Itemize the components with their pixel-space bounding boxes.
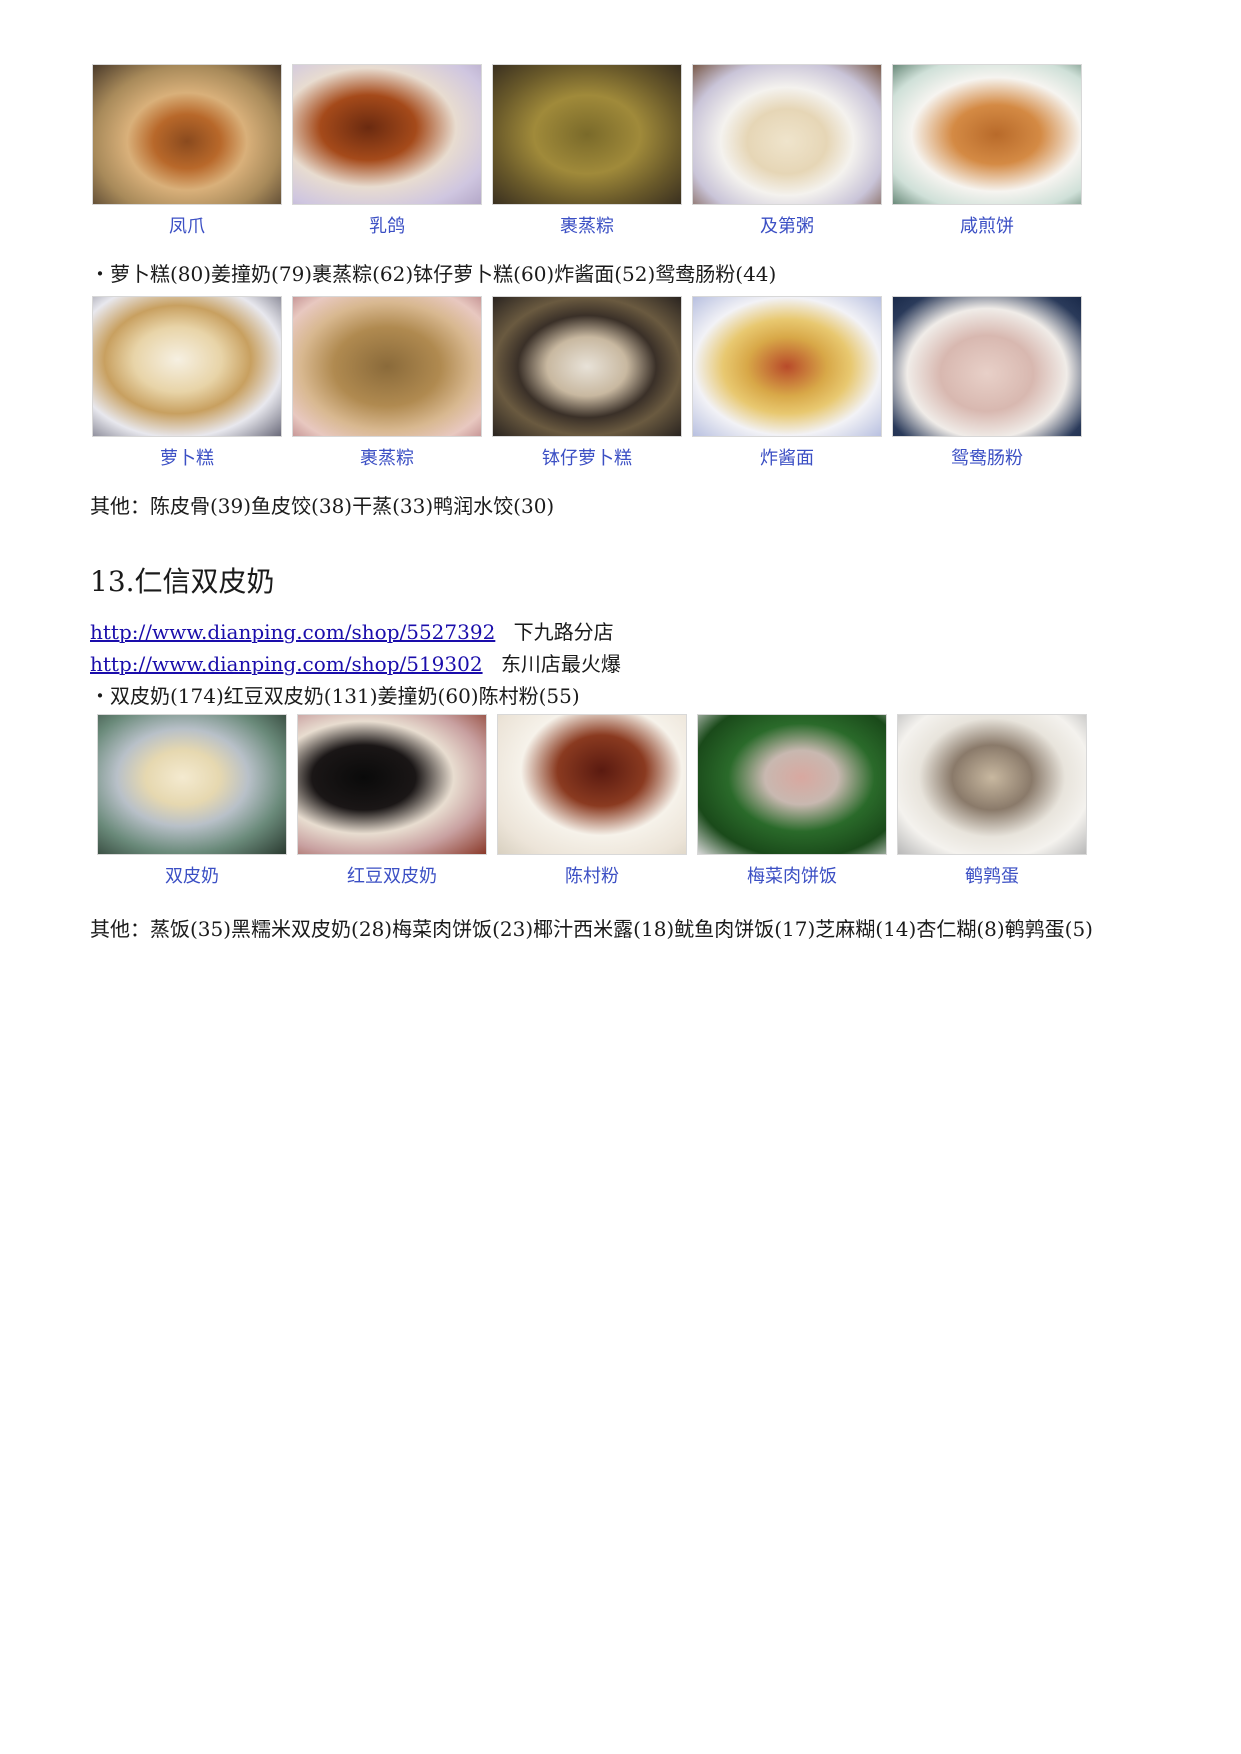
food-caption: 钵仔萝卜糕 bbox=[542, 448, 632, 469]
food-card: 及第粥 bbox=[692, 64, 882, 239]
food-card: 鸳鸯肠粉 bbox=[892, 296, 1082, 471]
food-card: 凤爪 bbox=[92, 64, 282, 239]
food-card: 钵仔萝卜糕 bbox=[492, 296, 682, 471]
food-photo bbox=[297, 714, 487, 855]
food-photo bbox=[697, 714, 887, 855]
photo-row-1: 凤爪 乳鸽 裹蒸粽 及第粥 咸煎饼 bbox=[92, 64, 1082, 239]
food-card: 双皮奶 bbox=[97, 714, 287, 889]
other-dishes-line: 其他：陈皮骨(39)鱼皮饺(38)干蒸(33)鸭润水饺(30) bbox=[90, 494, 555, 518]
food-caption: 双皮奶 bbox=[165, 866, 219, 887]
food-card: 鹌鹑蛋 bbox=[897, 714, 1087, 889]
food-photo bbox=[292, 296, 482, 437]
shop-link-row: http://www.dianping.com/shop/519302 东川店最… bbox=[90, 648, 621, 677]
food-card: 炸酱面 bbox=[692, 296, 882, 471]
shop-note: 东川店最火爆 bbox=[500, 652, 621, 676]
food-caption: 炸酱面 bbox=[760, 448, 814, 469]
food-card: 咸煎饼 bbox=[892, 64, 1082, 239]
shop-link[interactable]: http://www.dianping.com/shop/5527392 bbox=[90, 620, 495, 644]
shop-link-row: http://www.dianping.com/shop/5527392 下九路… bbox=[90, 616, 614, 645]
photo-row-3: 双皮奶 红豆双皮奶 陈村粉 梅菜肉饼饭 鹌鹑蛋 bbox=[97, 714, 1087, 889]
shop-note: 下九路分店 bbox=[513, 620, 614, 644]
popular-dishes-line: 萝卜糕(80)姜撞奶(79)裹蒸粽(62)钵仔萝卜糕(60)炸酱面(52)鸳鸯肠… bbox=[90, 258, 776, 287]
food-caption: 裹蒸粽 bbox=[360, 448, 414, 469]
food-photo bbox=[892, 64, 1082, 205]
food-caption: 凤爪 bbox=[169, 216, 205, 237]
food-caption: 鹌鹑蛋 bbox=[965, 866, 1019, 887]
food-card: 裹蒸粽 bbox=[492, 64, 682, 239]
food-caption: 鸳鸯肠粉 bbox=[951, 448, 1023, 469]
shop-link[interactable]: http://www.dianping.com/shop/519302 bbox=[90, 652, 483, 676]
food-caption: 咸煎饼 bbox=[960, 216, 1014, 237]
food-card: 乳鸽 bbox=[292, 64, 482, 239]
food-photo bbox=[897, 714, 1087, 855]
food-card: 梅菜肉饼饭 bbox=[697, 714, 887, 889]
food-caption: 陈村粉 bbox=[565, 866, 619, 887]
other-dishes-line: 其他：蒸饭(35)黑糯米双皮奶(28)梅菜肉饼饭(23)椰汁西米露(18)鱿鱼肉… bbox=[90, 917, 1093, 941]
popular-dishes-line: 双皮奶(174)红豆双皮奶(131)姜撞奶(60)陈村粉(55) bbox=[90, 680, 580, 709]
food-card: 萝卜糕 bbox=[92, 296, 282, 471]
food-photo bbox=[692, 64, 882, 205]
food-card: 裹蒸粽 bbox=[292, 296, 482, 471]
food-photo bbox=[492, 64, 682, 205]
food-caption: 乳鸽 bbox=[369, 216, 405, 237]
section-heading: 13.仁信双皮奶 bbox=[90, 565, 275, 598]
food-photo bbox=[92, 296, 282, 437]
food-card: 陈村粉 bbox=[497, 714, 687, 889]
food-caption: 裹蒸粽 bbox=[560, 216, 614, 237]
food-photo bbox=[492, 296, 682, 437]
food-photo bbox=[92, 64, 282, 205]
food-caption: 梅菜肉饼饭 bbox=[747, 866, 837, 887]
food-photo bbox=[892, 296, 1082, 437]
food-photo bbox=[97, 714, 287, 855]
food-photo bbox=[692, 296, 882, 437]
food-caption: 红豆双皮奶 bbox=[347, 866, 437, 887]
food-caption: 及第粥 bbox=[760, 216, 814, 237]
food-card: 红豆双皮奶 bbox=[297, 714, 487, 889]
food-photo bbox=[497, 714, 687, 855]
food-caption: 萝卜糕 bbox=[160, 448, 214, 469]
food-photo bbox=[292, 64, 482, 205]
photo-row-2: 萝卜糕 裹蒸粽 钵仔萝卜糕 炸酱面 鸳鸯肠粉 bbox=[92, 296, 1082, 471]
